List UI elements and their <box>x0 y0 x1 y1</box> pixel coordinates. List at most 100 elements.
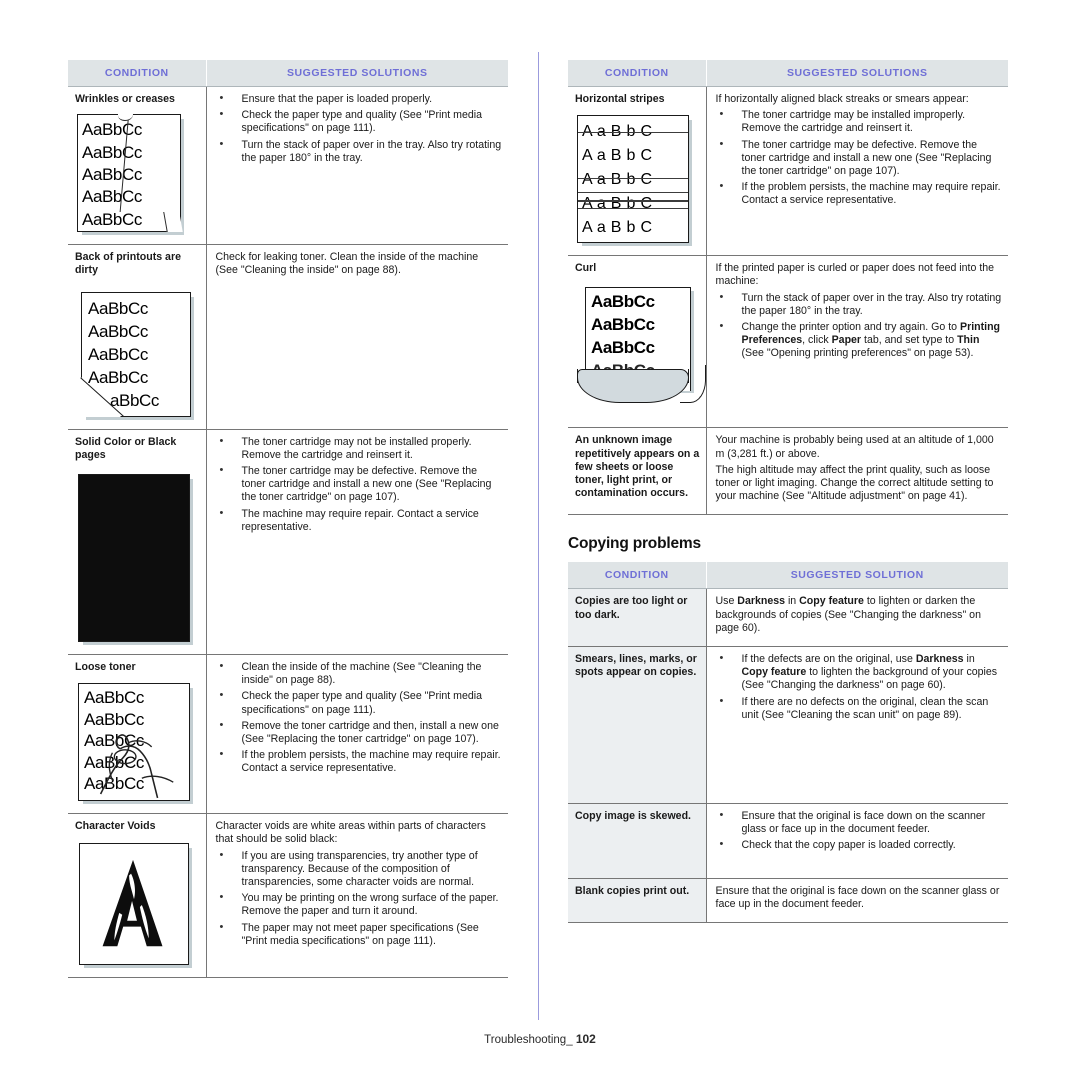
table-row: Character Voids Character voids are whit… <box>68 813 508 979</box>
print-quality-table-right: CONDITION SUGGESTED SOLUTIONS Horizontal… <box>568 60 1008 516</box>
character-voids-page-sample <box>79 843 202 966</box>
curl-tip-icon <box>679 365 706 404</box>
table-header-row: CONDITION SUGGESTED SOLUTIONS <box>68 60 508 87</box>
solution-cell: Character voids are white areas within p… <box>206 813 508 979</box>
table-row: Back of printouts are dirty AaBbCc AaBbC… <box>68 244 508 430</box>
condition-cell: Horizontal stripes A a B b C A a B b C A… <box>568 86 707 257</box>
condition-cell: An unknown image repetitively appears on… <box>568 427 707 516</box>
column-header-solutions: SUGGESTED SOLUTIONS <box>206 60 508 87</box>
left-column: CONDITION SUGGESTED SOLUTIONS Wrinkles o… <box>68 60 508 979</box>
condition-cell: Character Voids <box>68 813 207 979</box>
table-row: Smears, lines, marks, or spots appear on… <box>568 646 1008 805</box>
solid-black-page-sample <box>78 474 202 643</box>
list-item: If you are using transparencies, try ano… <box>216 849 503 890</box>
condition-label: Curl <box>575 262 597 275</box>
column-header-condition: CONDITION <box>68 60 207 87</box>
column-header-solutions: SUGGESTED SOLUTIONS <box>706 60 1008 87</box>
condition-label: Loose toner <box>75 661 136 674</box>
column-header-condition: CONDITION <box>568 562 707 590</box>
solution-bullet-list: If you are using transparencies, try ano… <box>216 849 503 948</box>
condition-cell: Copies are too light or too dark. <box>568 588 707 648</box>
stripe-line-icon <box>578 192 688 194</box>
table-header-row: CONDITION SUGGESTED SOLUTIONS <box>568 60 1008 87</box>
table-header-row: CONDITION SUGGESTED SOLUTION <box>568 562 1008 590</box>
solution-cell: Your machine is probably being used at a… <box>706 427 1008 516</box>
curled-page-sample: AaBbCc AaBbCc AaBbCc AaBbCc <box>577 287 706 415</box>
solution-cell: Ensure that the original is face down on… <box>706 878 1008 924</box>
condition-label: Wrinkles or creases <box>75 93 175 105</box>
copying-problems-table: CONDITION SUGGESTED SOLUTION Copies are … <box>568 562 1008 924</box>
condition-cell: Copy image is skewed. <box>568 803 707 879</box>
corner-fold-icon <box>163 212 183 233</box>
list-item: The toner cartridge may be installed imp… <box>716 108 1003 135</box>
page-title: Copying problems <box>568 535 701 553</box>
condition-cell: Loose toner AaBbCc AaBbCc AaBbCc AaBbCc … <box>68 654 207 815</box>
list-item: If the problem persists, the machine may… <box>216 748 503 775</box>
condition-label: Solid Color or Black pages <box>75 435 177 461</box>
letter-a-void-icon <box>102 860 163 947</box>
list-item: Check that the copy paper is loaded corr… <box>716 838 1003 852</box>
solution-cell: Check for leaking toner. Clean the insid… <box>206 244 508 430</box>
list-item: Turn the stack of paper over in the tray… <box>716 291 1003 318</box>
solution-cell: Ensure that the original is face down on… <box>706 803 1008 879</box>
solution-cell: Clean the inside of the machine (See "Cl… <box>206 654 508 815</box>
stripe-line-icon <box>578 178 688 180</box>
list-item: The machine may require repair. Contact … <box>216 507 503 534</box>
curl-roll-icon <box>577 369 689 404</box>
condition-label: Character Voids <box>75 820 156 833</box>
solution-bullet-list: Turn the stack of paper over in the tray… <box>716 291 1003 361</box>
solution-text: Ensure that the original is face down on… <box>715 884 1000 910</box>
table-row: Solid Color or Black pages The toner car… <box>68 429 508 656</box>
list-item: Check the paper type and quality (See "P… <box>216 108 503 135</box>
wrinkled-page-sample: AaBbCc AaBbCc AaBbCc AaBbCc AaBbCc <box>77 109 202 233</box>
solution-bullet-list: Ensure that the original is face down on… <box>716 809 1003 853</box>
condition-cell: Wrinkles or creases AaBbCc AaBbCc AaBbCc… <box>68 86 207 246</box>
table-row: An unknown image repetitively appears on… <box>568 427 1008 516</box>
list-item: The toner cartridge may be defective. Re… <box>216 464 503 505</box>
list-item: Check the paper type and quality (See "P… <box>216 689 503 716</box>
condition-label: An unknown image repetitively appears on… <box>575 434 700 500</box>
condition-cell: Smears, lines, marks, or spots appear on… <box>568 646 707 805</box>
condition-cell: Curl AaBbCc AaBbCc AaBbCc AaBbCc <box>568 255 707 429</box>
solution-cell: If the printed paper is curled or paper … <box>706 255 1008 429</box>
solution-cell: Ensure that the paper is loaded properly… <box>206 86 508 246</box>
column-header-condition: CONDITION <box>568 60 707 87</box>
column-header-solution: SUGGESTED SOLUTION <box>706 562 1008 590</box>
solution-bullet-list: Ensure that the paper is loaded properly… <box>216 92 503 165</box>
dirty-back-page-sample: AaBbCc AaBbCc AaBbCc AaBbCc aBbCc <box>80 291 202 418</box>
solution-cell: If horizontally aligned black streaks or… <box>706 86 1008 257</box>
table-row: Copies are too light or too dark. Use Da… <box>568 588 1008 648</box>
stripe-line-icon <box>578 132 688 134</box>
stripe-line-icon <box>578 200 688 202</box>
column-divider <box>538 52 539 1020</box>
condition-cell: Blank copies print out. <box>568 878 707 924</box>
page-footer: Troubleshooting_ 102 <box>0 1032 1080 1046</box>
condition-label: Horizontal stripes <box>575 93 665 105</box>
table-row: Loose toner AaBbCc AaBbCc AaBbCc AaBbCc … <box>68 654 508 815</box>
table-row: Blank copies print out. Ensure that the … <box>568 878 1008 924</box>
solution-text: If horizontally aligned black streaks or… <box>715 93 969 105</box>
list-item: If there are no defects on the original,… <box>716 695 1003 722</box>
list-item: Clean the inside of the machine (See "Cl… <box>216 660 503 687</box>
list-item: Ensure that the paper is loaded properly… <box>216 92 503 106</box>
list-item: If the defects are on the original, use … <box>716 652 1003 693</box>
condition-cell: Solid Color or Black pages <box>68 429 207 656</box>
solution-text: If the printed paper is curled or paper … <box>715 262 995 288</box>
list-item: Remove the toner cartridge and then, ins… <box>216 719 503 746</box>
print-quality-table-left: CONDITION SUGGESTED SOLUTIONS Wrinkles o… <box>68 60 508 979</box>
footer-page-number: 102 <box>575 1032 596 1046</box>
table-row: Wrinkles or creases AaBbCc AaBbCc AaBbCc… <box>68 86 508 246</box>
solution-bullet-list: The toner cartridge may not be installed… <box>216 435 503 534</box>
solution-text: Character voids are white areas within p… <box>215 820 486 846</box>
solution-text: Use Darkness in Copy feature to lighten … <box>715 595 981 634</box>
list-item: If the problem persists, the machine may… <box>716 180 1003 207</box>
solution-text: Your machine is probably being used at a… <box>715 434 994 460</box>
solution-text: Check for leaking toner. Clean the insid… <box>215 251 479 277</box>
list-item: The toner cartridge may not be installed… <box>216 435 503 462</box>
list-item: Ensure that the original is face down on… <box>716 809 1003 836</box>
list-item: You may be printing on the wrong surface… <box>216 891 503 918</box>
list-item: Turn the stack of paper over in the tray… <box>216 138 503 165</box>
solution-cell: If the defects are on the original, use … <box>706 646 1008 805</box>
condition-label: Back of printouts are dirty <box>75 251 181 277</box>
condition-cell: Back of printouts are dirty AaBbCc AaBbC… <box>68 244 207 430</box>
